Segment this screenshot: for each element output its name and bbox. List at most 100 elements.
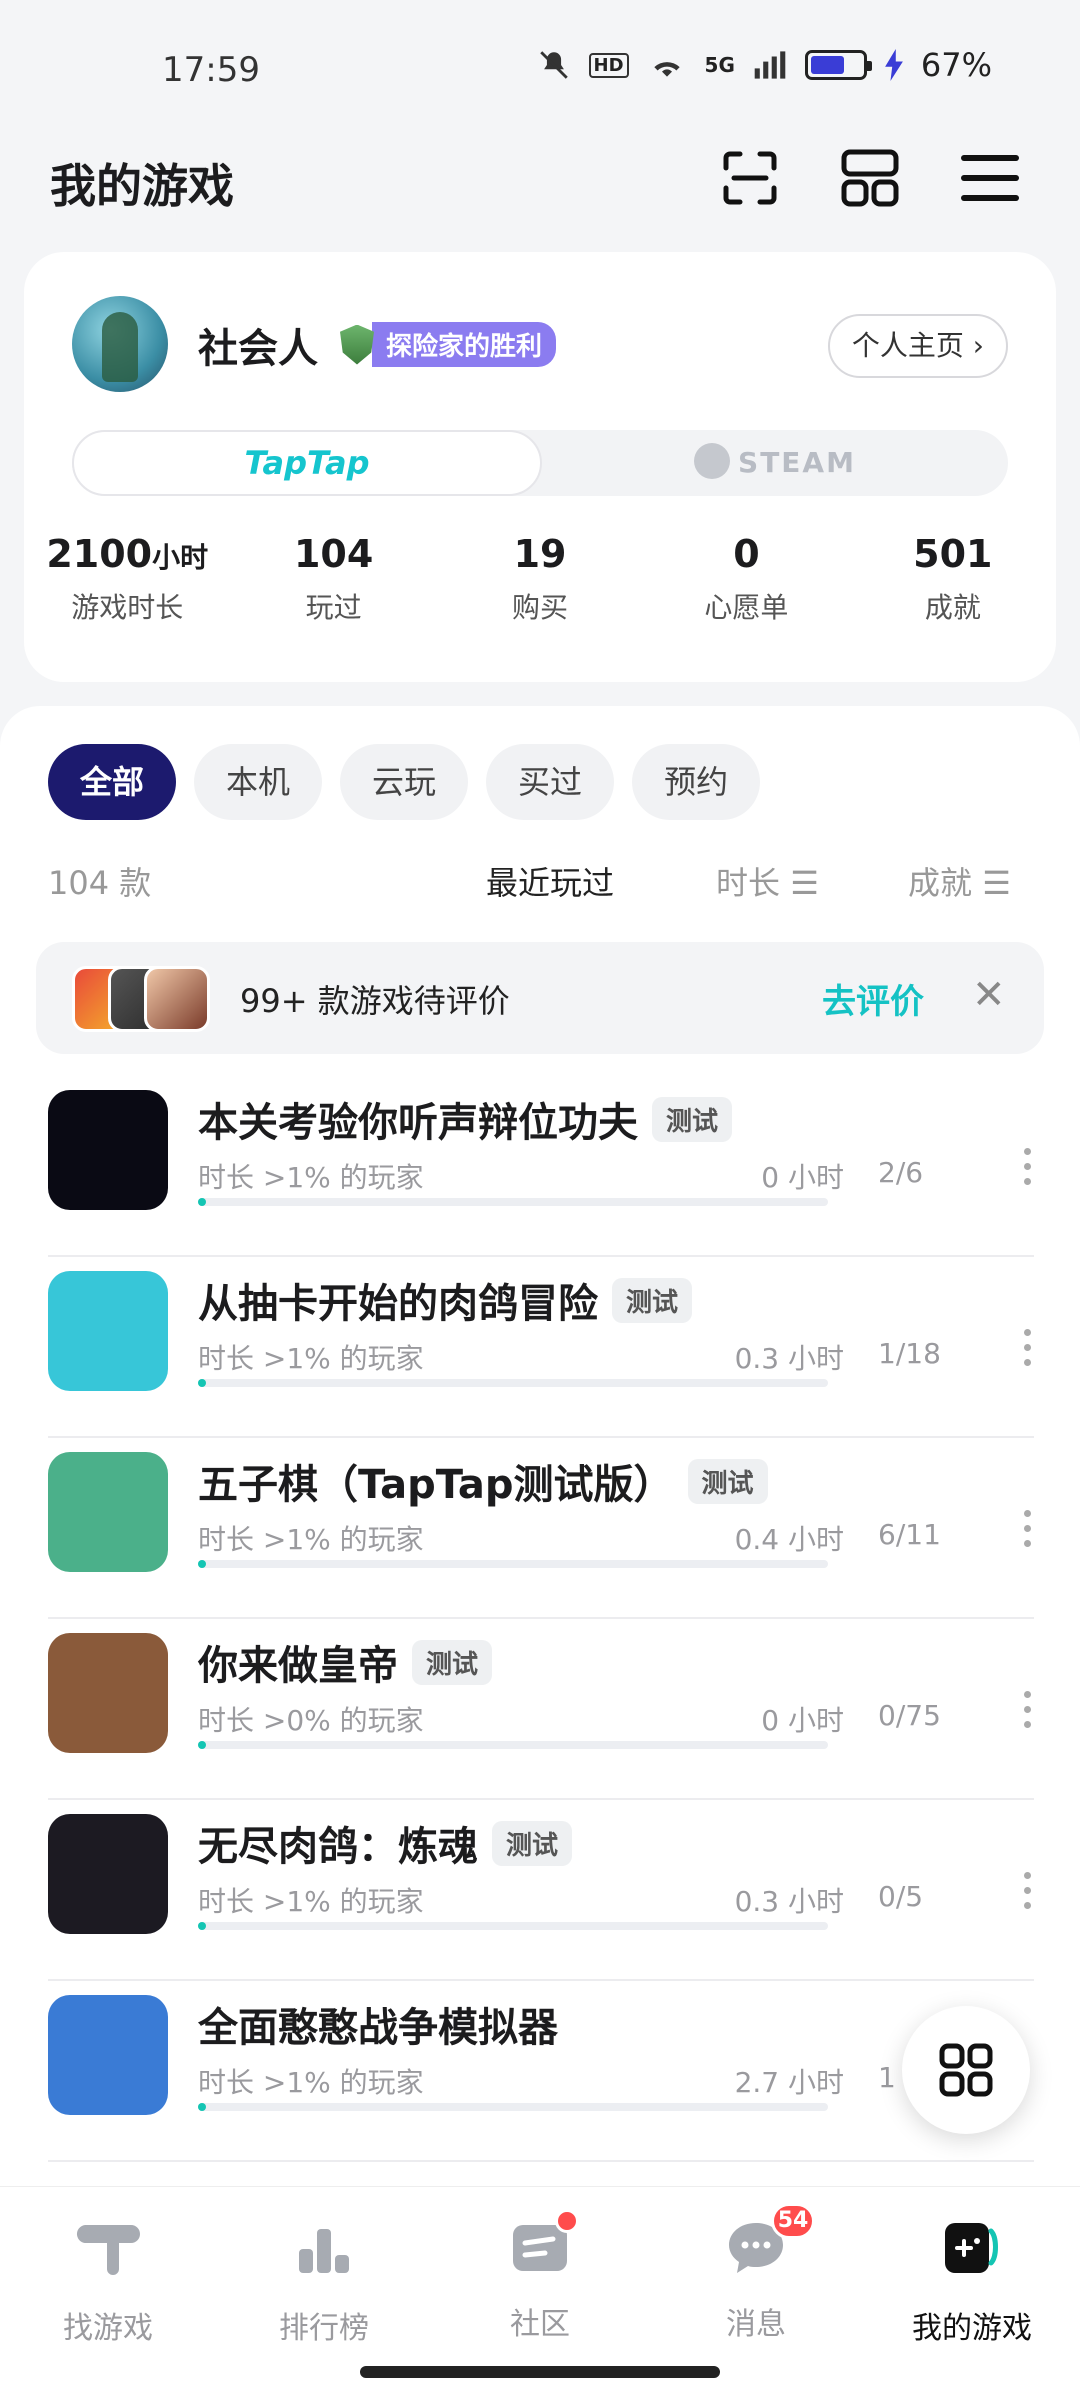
game-subtitle: 时长 >1% 的玩家 xyxy=(198,1342,424,1375)
sort-duration[interactable]: 时长 ☰ xyxy=(716,858,819,904)
game-title-row: 从抽卡开始的肉鸽冒险 测试 xyxy=(198,1271,693,1329)
game-row[interactable]: 本关考验你听声辩位功夫 测试 时长 >1% 的玩家 0 小时 2/6 xyxy=(48,1076,1034,1257)
more-icon[interactable] xyxy=(1022,1691,1032,1731)
chevron-right-icon: › xyxy=(972,329,984,362)
network-label: 5G xyxy=(704,53,735,77)
profile-home-label: 个人主页 xyxy=(851,329,964,362)
game-achievements: 2/6 xyxy=(878,1156,924,1189)
game-hours: 0.4 小时 xyxy=(734,1523,844,1556)
sort-icon: ☰ xyxy=(790,864,819,902)
game-row[interactable]: 从抽卡开始的肉鸽冒险 测试 时长 >1% 的玩家 0.3 小时 1/18 xyxy=(48,1257,1034,1438)
game-title-row: 无尽肉鸽：炼魂 测试 xyxy=(198,1814,573,1872)
profile-home-button[interactable]: 个人主页 › xyxy=(827,314,1008,378)
test-tag: 测试 xyxy=(687,1458,768,1504)
game-icon xyxy=(48,1814,168,1934)
message-icon-wrap: 54 xyxy=(723,2203,815,2281)
game-title: 无尽肉鸽：炼魂 xyxy=(198,1824,478,1870)
filter-chips: 全部 本机 云玩 买过 预约 xyxy=(48,744,761,820)
game-icon xyxy=(48,1452,168,1572)
battery-icon xyxy=(804,50,872,80)
filter-bought[interactable]: 买过 xyxy=(486,744,615,820)
stat-playtime[interactable]: 2100小时 游戏时长 xyxy=(24,532,230,626)
game-icon xyxy=(48,1090,168,1210)
progress-fill xyxy=(198,1560,206,1568)
nav-label: 消息 xyxy=(726,2307,786,2342)
game-title-row: 五子棋（TapTap测试版） 测试 xyxy=(198,1452,768,1510)
pending-review-icons xyxy=(72,966,212,1032)
game-icon xyxy=(48,1633,168,1753)
stat-purchased[interactable]: 19 购买 xyxy=(437,532,643,626)
game-hours: 0.3 小时 xyxy=(734,1342,844,1375)
stat-label: 成就 xyxy=(924,591,981,624)
nav-my-games[interactable]: 我的游戏 xyxy=(864,2187,1080,2400)
game-row[interactable]: 无尽肉鸽：炼魂 测试 时长 >1% 的玩家 0.3 小时 0/5 xyxy=(48,1800,1034,1981)
stat-label: 玩过 xyxy=(305,591,362,624)
widgets-icon[interactable] xyxy=(840,148,900,208)
sort-duration-label: 时长 xyxy=(716,864,781,902)
platform-toggle: TapTap STEAM xyxy=(72,430,1008,496)
sort-recent[interactable]: 最近玩过 xyxy=(486,858,614,904)
game-count: 104 款 xyxy=(48,864,152,902)
scan-icon[interactable] xyxy=(720,148,780,208)
game-hours: 0 小时 xyxy=(761,1161,844,1194)
home-indicator[interactable] xyxy=(360,2366,720,2378)
tab-taptap[interactable]: TapTap xyxy=(72,430,542,496)
message-count-badge: 54 xyxy=(771,2203,815,2239)
game-subtitle: 时长 >1% 的玩家 xyxy=(198,1523,424,1556)
steam-label: STEAM xyxy=(738,446,856,479)
stat-achievements[interactable]: 501 成就 xyxy=(850,532,1056,626)
progress-fill xyxy=(198,2103,206,2111)
game-row[interactable]: 五子棋（TapTap测试版） 测试 时长 >1% 的玩家 0.4 小时 6/11 xyxy=(48,1438,1034,1619)
menu-icon[interactable] xyxy=(960,148,1020,208)
game-icon xyxy=(48,1995,168,2115)
nav-label: 排行榜 xyxy=(279,2311,369,2346)
page-title: 我的游戏 xyxy=(50,159,234,213)
community-icon-wrap xyxy=(507,2209,579,2281)
wifi-icon xyxy=(653,62,680,77)
review-banner: 99+ 款游戏待评价 去评价 ✕ xyxy=(36,942,1044,1054)
stat-value: 2100 xyxy=(46,532,153,576)
stat-label: 心愿单 xyxy=(704,591,789,624)
progress-bar xyxy=(198,2103,828,2111)
status-time: 17:59 xyxy=(162,50,260,90)
achievement-badge[interactable]: 探险家的胜利 xyxy=(340,322,557,367)
more-icon[interactable] xyxy=(1022,1510,1032,1550)
filter-local[interactable]: 本机 xyxy=(194,744,323,820)
game-row[interactable]: 你来做皇帝 测试 时长 >0% 的玩家 0 小时 0/75 xyxy=(48,1619,1034,1800)
status-icons: HD 5G 67% xyxy=(537,46,992,84)
close-icon[interactable]: ✕ xyxy=(972,972,1006,1018)
filter-reserved[interactable]: 预约 xyxy=(632,744,761,820)
sort-achievements[interactable]: 成就 ☰ xyxy=(908,858,1011,904)
stat-wishlist[interactable]: 0 心愿单 xyxy=(643,532,849,626)
game-subtitle: 时长 >1% 的玩家 xyxy=(198,1885,424,1918)
shield-icon xyxy=(340,324,374,365)
fab-button[interactable] xyxy=(902,2006,1030,2134)
filter-all[interactable]: 全部 xyxy=(48,744,177,820)
game-list-panel: 全部 本机 云玩 买过 预约 104 款 最近玩过 时长 ☰ 成就 ☰ 99+ … xyxy=(0,706,1080,2186)
game-row[interactable]: 全面憨憨战争模拟器 时长 >1% 的玩家 2.7 小时 1 xyxy=(48,1981,1034,2162)
progress-fill xyxy=(198,1198,206,1206)
nav-find-games[interactable]: 找游戏 xyxy=(0,2187,216,2400)
stat-value: 501 xyxy=(913,532,993,576)
taptap-icon xyxy=(76,2225,140,2275)
stat-played[interactable]: 104 玩过 xyxy=(230,532,436,626)
test-tag: 测试 xyxy=(412,1639,493,1685)
more-icon[interactable] xyxy=(1022,1329,1032,1369)
filter-cloud[interactable]: 云玩 xyxy=(340,744,469,820)
more-icon[interactable] xyxy=(1022,1148,1032,1188)
game-achievements: 0/5 xyxy=(878,1880,924,1913)
username[interactable]: 社会人 xyxy=(198,316,318,374)
notification-dot xyxy=(555,2209,579,2233)
progress-bar xyxy=(198,1560,828,1568)
tab-steam[interactable]: STEAM xyxy=(542,430,1008,496)
game-title: 从抽卡开始的肉鸽冒险 xyxy=(198,1281,598,1327)
sort-icon: ☰ xyxy=(982,864,1011,902)
progress-bar xyxy=(198,1922,828,1930)
game-hours: 0.3 小时 xyxy=(734,1885,844,1918)
review-button[interactable]: 去评价 xyxy=(822,974,924,1023)
avatar[interactable] xyxy=(72,296,168,392)
sort-achievements-label: 成就 xyxy=(908,864,973,902)
game-title-row: 全面憨憨战争模拟器 xyxy=(198,1995,558,2053)
more-icon[interactable] xyxy=(1022,1872,1032,1912)
mute-icon xyxy=(539,51,568,79)
